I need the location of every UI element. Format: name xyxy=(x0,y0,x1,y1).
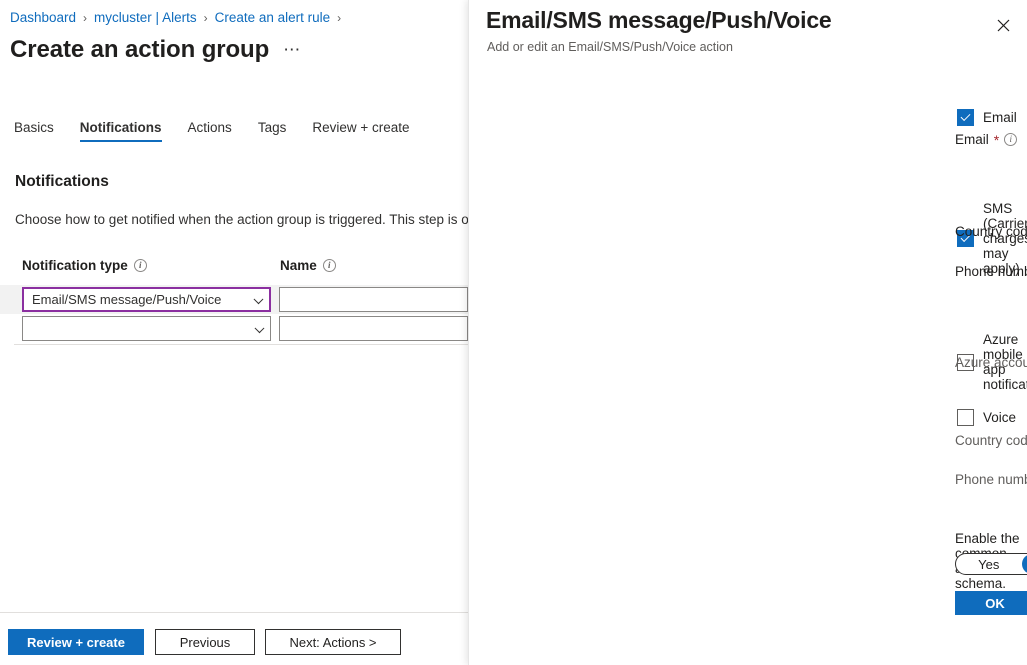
common-alert-schema-toggle[interactable]: Yes No xyxy=(955,553,1027,575)
tab-actions[interactable]: Actions xyxy=(188,120,232,142)
sms-phone-number-label-text: Phone number xyxy=(955,264,1027,279)
close-glyph xyxy=(997,19,1010,32)
required-asterisk: * xyxy=(994,133,999,147)
notification-type-value: Email/SMS message/Push/Voice xyxy=(32,292,221,307)
breadcrumb-item-create-alert-rule[interactable]: Create an alert rule xyxy=(215,10,331,25)
tab-tags[interactable]: Tags xyxy=(258,120,287,142)
chevron-down-icon xyxy=(253,294,263,304)
flyout-title: Email/SMS message/Push/Voice xyxy=(486,7,832,34)
tab-review-create[interactable]: Review + create xyxy=(312,120,409,142)
column-header-label: Notification type xyxy=(22,258,128,273)
voice-checkbox[interactable] xyxy=(957,409,974,426)
tab-basics[interactable]: Basics xyxy=(14,120,54,142)
toggle-option-yes[interactable]: Yes xyxy=(956,554,1022,574)
azure-account-email-label: Azure account email i xyxy=(955,355,1027,370)
section-heading: Notifications xyxy=(15,173,109,191)
email-label-text: Email xyxy=(955,132,989,147)
breadcrumb-separator-icon: › xyxy=(83,11,87,25)
section-description: Choose how to get notified when the acti… xyxy=(15,212,468,227)
voice-checkbox-row[interactable]: Voice xyxy=(957,409,1016,426)
notification-name-input[interactable] xyxy=(279,316,468,341)
close-icon[interactable] xyxy=(990,12,1016,38)
breadcrumb-item-dashboard[interactable]: Dashboard xyxy=(10,10,76,25)
check-icon xyxy=(961,111,971,121)
azure-account-email-label-text: Azure account email xyxy=(955,355,1027,370)
email-checkbox-row[interactable]: Email xyxy=(957,109,1017,126)
page-title: Create an action group xyxy=(10,36,269,64)
info-icon[interactable]: i xyxy=(323,259,336,272)
email-checkbox[interactable] xyxy=(957,109,974,126)
table-divider xyxy=(14,344,468,345)
voice-checkbox-label: Voice xyxy=(983,410,1016,425)
notification-name-input[interactable] xyxy=(279,287,468,312)
more-options-icon[interactable]: ⋯ xyxy=(283,40,301,64)
column-header-notification-type: Notification type i xyxy=(22,258,147,273)
breadcrumb-item-mycluster-alerts[interactable]: mycluster | Alerts xyxy=(94,10,197,25)
voice-phone-number-label-text: Phone number xyxy=(955,472,1027,487)
table-row: Email/SMS message/Push/Voice xyxy=(0,285,468,314)
column-header-name: Name i xyxy=(280,258,336,273)
email-sms-push-voice-flyout: Email/SMS message/Push/Voice Add or edit… xyxy=(468,0,1027,665)
azure-portal-screen: Dashboard › mycluster | Alerts › Create … xyxy=(0,0,1027,665)
tab-notifications[interactable]: Notifications xyxy=(80,120,162,142)
info-icon[interactable]: i xyxy=(1004,133,1017,146)
info-icon[interactable]: i xyxy=(134,259,147,272)
table-row xyxy=(0,314,468,343)
wizard-tabs: Basics Notifications Actions Tags Review… xyxy=(14,120,410,142)
breadcrumb-separator-icon: › xyxy=(204,11,208,25)
ok-button[interactable]: OK xyxy=(955,591,1027,615)
breadcrumb-separator-icon: › xyxy=(337,11,341,25)
email-field-label: Email * i xyxy=(955,132,1017,147)
page-title-row: Create an action group ⋯ xyxy=(10,36,301,64)
previous-button[interactable]: Previous xyxy=(155,629,255,655)
voice-phone-number-label: Phone number xyxy=(955,472,1027,487)
notification-type-select[interactable] xyxy=(22,316,271,341)
voice-country-code-label-text: Country code xyxy=(955,433,1027,448)
sms-country-code-label: Country code * xyxy=(955,224,1027,239)
wizard-footer: Review + create Previous Next: Actions > xyxy=(0,613,468,665)
review-create-button[interactable]: Review + create xyxy=(8,629,144,655)
voice-country-code-label: Country code i xyxy=(955,433,1027,448)
next-actions-button[interactable]: Next: Actions > xyxy=(265,629,401,655)
column-header-label: Name xyxy=(280,258,317,273)
flyout-subtitle: Add or edit an Email/SMS/Push/Voice acti… xyxy=(487,40,733,54)
email-checkbox-label: Email xyxy=(983,110,1017,125)
sms-country-code-label-text: Country code xyxy=(955,224,1027,239)
chevron-down-icon xyxy=(254,323,264,333)
create-action-group-blade: Dashboard › mycluster | Alerts › Create … xyxy=(0,0,468,665)
sms-phone-number-label: Phone number * xyxy=(955,264,1027,279)
toggle-option-no[interactable]: No xyxy=(1022,554,1027,574)
notification-type-select[interactable]: Email/SMS message/Push/Voice xyxy=(22,287,271,312)
breadcrumb: Dashboard › mycluster | Alerts › Create … xyxy=(10,10,341,25)
